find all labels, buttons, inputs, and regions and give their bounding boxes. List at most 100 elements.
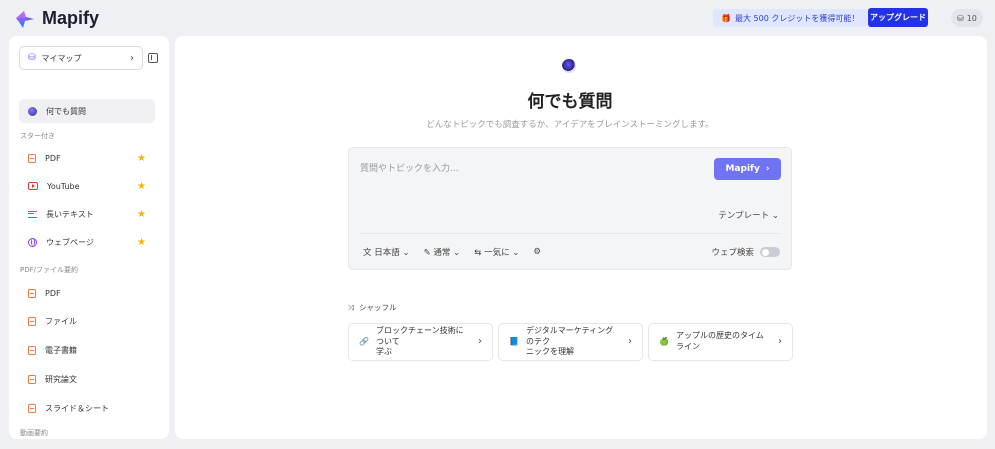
shuffle-label: シャッフル (359, 303, 397, 312)
chevron-down-icon: ⌄ (453, 248, 461, 258)
sidebar-item-label: PDF (45, 288, 61, 298)
chevron-right-icon: › (130, 52, 134, 64)
ask-orb-icon (562, 59, 576, 73)
mymap-label: マイマップ (41, 53, 82, 63)
sidebar-item-label: スライド＆シート (45, 403, 109, 413)
gift-icon: 🎁 (721, 13, 731, 23)
book-icon (28, 345, 36, 355)
sidebar-item-pdf[interactable]: PDF (19, 281, 155, 305)
chevron-right-icon: › (628, 336, 632, 348)
book-icon: 📘 (509, 336, 519, 346)
apple-icon: 🍏 (659, 336, 669, 346)
mapify-submit-button[interactable]: Mapify › (714, 158, 781, 180)
coins-icon: ⛁ (957, 13, 964, 23)
suggestion-line: 学ぶ (375, 347, 392, 357)
language-select[interactable]: 文 日本語 ⌄ (363, 246, 410, 258)
top-bar: Mapify 🎁 最大 500 クレジットを獲得可能！ アップグレード ⛁ 10 (0, 0, 995, 36)
suggestion-text: デジタルマーケティングのテク ニックを理解 (526, 326, 621, 358)
sidebar-item-starred-webpage[interactable]: ウェブページ ★ (19, 230, 155, 254)
mymap-button[interactable]: ⛁ マイマップ › (19, 46, 143, 70)
logo[interactable]: Mapify (14, 8, 99, 29)
star-icon[interactable]: ★ (137, 153, 146, 164)
mapify-logo-icon (16, 10, 34, 28)
generation-value: 一気に (484, 248, 510, 258)
sidebar-item-ebook[interactable]: 電子書籍 (19, 338, 155, 362)
submit-label: Mapify (725, 164, 760, 174)
section-video-summary: 動画要約 (20, 429, 48, 437)
language-value: 日本語 (374, 248, 400, 258)
settings-icon[interactable]: ⚙ (533, 247, 541, 257)
sidebar-item-starred-pdf[interactable]: PDF ★ (19, 146, 155, 170)
logo-text: Mapify (42, 8, 100, 28)
suggestion-line: デジタルマーケティングのテク (525, 325, 614, 346)
credits-badge[interactable]: ⛁ 10 (951, 9, 983, 27)
chevron-right-icon: › (478, 336, 482, 348)
websearch-control: ウェブ検索 (711, 246, 780, 258)
collapse-sidebar-icon[interactable] (148, 53, 158, 63)
suggestion-line: ブロックチェーン技術について (375, 325, 464, 346)
mode-select[interactable]: ✎ 通常 ⌄ (424, 246, 461, 258)
upgrade-button[interactable]: アップグレード (868, 8, 928, 27)
file-icon (28, 153, 36, 163)
file-icon (28, 316, 36, 326)
sidebar-item-starred-youtube[interactable]: YouTube ★ (19, 174, 155, 198)
shuffle-button[interactable]: ⤨ シャッフル (348, 302, 397, 313)
mymap-icon: ⛁ (28, 53, 36, 63)
section-starred: スター付き (20, 132, 55, 140)
sidebar-item-label: YouTube (47, 181, 80, 191)
file-icon (28, 288, 36, 298)
sidebar-item-file[interactable]: ファイル (19, 309, 155, 333)
suggestion-card-blockchain[interactable]: 🔗 ブロックチェーン技術について 学ぶ › (348, 323, 493, 361)
divider (360, 233, 780, 234)
paper-icon (28, 374, 36, 384)
options-row: 文 日本語 ⌄ ✎ 通常 ⌄ ⇆ 一気に ⌄ ⚙ (363, 246, 541, 258)
question-input[interactable]: 質問やトピックを入力... (360, 161, 459, 174)
star-icon[interactable]: ★ (137, 237, 146, 248)
sidebar-item-research-paper[interactable]: 研究論文 (19, 367, 155, 391)
flow-icon: ⇆ (474, 248, 482, 258)
sidebar-item-slides[interactable]: スライド＆シート (19, 396, 155, 420)
sidebar-item-label: 研究論文 (45, 374, 77, 384)
promo-label: 最大 500 クレジットを獲得可能！ (734, 13, 860, 23)
chevron-right-icon: › (778, 336, 782, 348)
wand-icon: ✎ (423, 248, 431, 258)
websearch-label: ウェブ検索 (711, 248, 754, 258)
promo-badge[interactable]: 🎁 最大 500 クレジットを獲得可能！ (713, 9, 868, 27)
sidebar-item-label: ウェブページ (46, 237, 94, 247)
sidebar-item-label: 電子書籍 (45, 345, 77, 355)
suggestion-card-apple[interactable]: 🍏 アップルの歴史のタイムライン › (648, 323, 793, 361)
chevron-down-icon: ⌄ (512, 248, 520, 258)
page-subtitle: どんなトピックでも調査するか、アイデアをブレインストーミングします。 (426, 120, 714, 130)
link-icon: 🔗 (359, 336, 369, 346)
credits-count: 10 (966, 13, 977, 23)
chevron-down-icon: ⌄ (402, 248, 410, 258)
sidebar-item-label: 長いテキスト (46, 209, 94, 219)
suggestion-card-marketing[interactable]: 📘 デジタルマーケティングのテク ニックを理解 › (498, 323, 643, 361)
websearch-toggle[interactable] (760, 247, 780, 257)
star-icon[interactable]: ★ (137, 181, 146, 192)
shuffle-icon: ⤨ (348, 302, 354, 312)
ask-orb-icon (28, 106, 37, 116)
suggestion-line: ニックを理解 (525, 347, 574, 357)
sidebar-item-label: 何でも質問 (46, 106, 86, 116)
template-label: テンプレート (718, 211, 770, 221)
suggestion-text: ブロックチェーン技術について 学ぶ (376, 326, 471, 358)
sidebar-item-ask-anything[interactable]: 何でも質問 (19, 99, 155, 123)
sidebar: ⛁ マイマップ › 何でも質問 スター付き PDF ★ YouTube ★ 長い… (9, 36, 169, 439)
youtube-icon (28, 182, 38, 190)
translate-icon: 文 (363, 248, 372, 258)
slides-icon (28, 403, 36, 413)
template-dropdown[interactable]: テンプレート ⌄ (718, 209, 779, 221)
globe-icon (28, 237, 37, 247)
suggestion-text: アップルの歴史のタイムライン (675, 331, 764, 351)
star-icon[interactable]: ★ (137, 209, 146, 220)
sidebar-item-label: ファイル (45, 316, 77, 326)
main-panel: 何でも質問 どんなトピックでも調査するか、アイデアをブレインストーミングします。… (175, 36, 987, 439)
sidebar-item-starred-long-text[interactable]: 長いテキスト ★ (19, 202, 155, 226)
chevron-down-icon: ⌄ (771, 211, 779, 221)
generation-select[interactable]: ⇆ 一気に ⌄ (474, 246, 519, 258)
question-input-box[interactable]: 質問やトピックを入力... Mapify › テンプレート ⌄ 文 日本語 ⌄ … (348, 147, 792, 270)
sidebar-item-label: PDF (45, 153, 61, 163)
page-title: 何でも質問 (527, 92, 613, 112)
chevron-right-icon: › (765, 164, 770, 174)
